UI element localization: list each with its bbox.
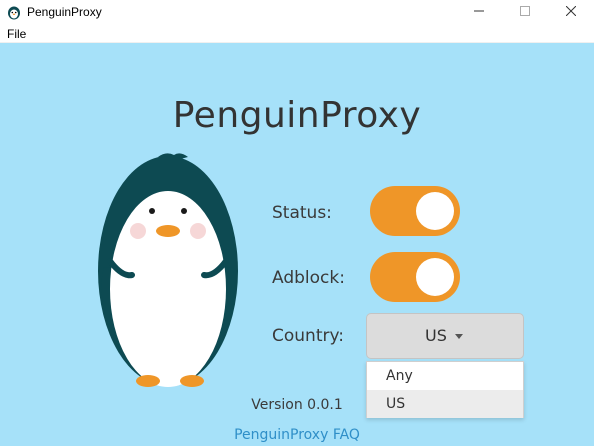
status-toggle[interactable] [370,186,460,236]
minimize-button[interactable] [456,0,502,24]
country-option-any[interactable]: Any [367,362,523,390]
status-label: Status: [272,203,332,223]
country-select-value: US [425,326,447,345]
penguin-mascot-illustration [98,153,238,387]
adblock-label: Adblock: [272,268,345,288]
maximize-button[interactable] [502,0,548,24]
close-button[interactable] [548,0,594,24]
penguin-icon [6,4,22,20]
minimize-icon [474,3,484,21]
country-select[interactable]: US [366,313,524,359]
app-title: PenguinProxy [172,95,422,136]
faq-link[interactable]: PenguinProxy FAQ [0,427,594,443]
window-title: PenguinProxy [27,5,102,19]
toggle-knob [416,258,454,296]
close-icon [565,3,577,21]
version-text: Version 0.0.1 [251,397,343,413]
main-panel: PenguinProxy Status: Adblock: Country: U… [0,43,594,446]
adblock-toggle[interactable] [370,252,460,302]
caret-down-icon [455,334,463,339]
toggle-knob [416,192,454,230]
menu-bar: File [0,24,594,43]
menu-file[interactable]: File [7,27,26,41]
title-bar[interactable]: PenguinProxy [0,0,594,24]
country-label: Country: [272,326,345,346]
maximize-icon [520,3,530,21]
